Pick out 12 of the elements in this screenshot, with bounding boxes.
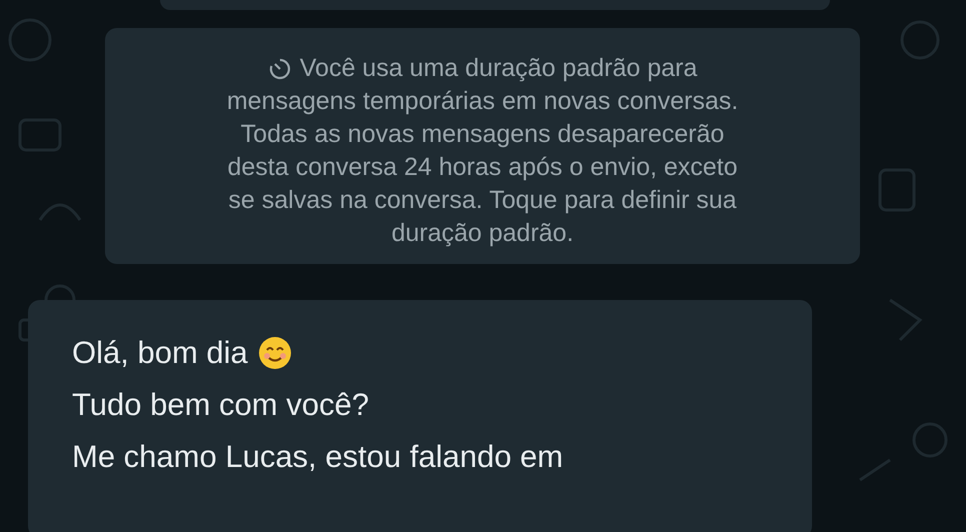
message-text: Me chamo Lucas, estou falando em [72,438,564,476]
notice-text: se salvas na conversa. Toque para definir sua [228,185,737,216]
notice-text: Todas as novas mensagens desaparecerão [240,119,724,150]
timer-icon [268,56,292,80]
notice-text: mensagens temporárias em novas conversas. [226,86,738,117]
notice-bubble[interactable] [105,28,860,264]
smiling-face-icon [258,336,292,370]
message-text: Olá, bom dia [72,334,248,372]
notice-text: Você usa uma duração padrão para [300,53,698,84]
notice-text: desta conversa 24 horas após o envio, exceto [227,152,738,183]
notice-text: duração padrão. [391,218,574,249]
message-text: Tudo bem com você? [72,386,369,424]
